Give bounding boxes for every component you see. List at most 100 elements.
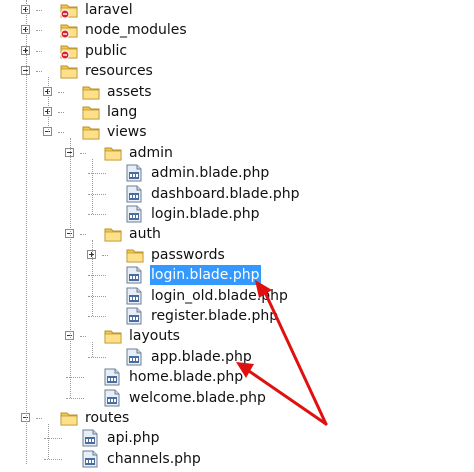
tree-file-dashboard-blade-php[interactable]: dashboard.blade.php [0,184,474,204]
tree-folder-resources[interactable]: resources [0,61,474,81]
tree-connector [88,356,106,358]
tree-item-label: passwords [151,246,225,263]
tree-connector [36,10,42,11]
php-file-icon [126,266,142,284]
tree-connector [80,234,86,236]
tree-item-label: node_modules [85,22,187,39]
folder-icon [60,410,78,426]
tree-connector [58,132,64,134]
tree-file-api-php[interactable]: api.php [0,428,474,448]
tree-item-label: views [107,124,147,141]
tree-connector [88,275,106,277]
php-file-icon [126,164,142,182]
folder-icon-with-red-badge [60,2,78,19]
tree-connector [36,50,42,52]
tree-connector [88,193,106,195]
tree-item-label: public [85,42,128,59]
tree-file-admin-blade-php[interactable]: admin.blade.php [0,163,474,183]
tree-item-label: laravel [85,2,133,18]
tree-file-login-blade-php[interactable]: login.blade.php [0,204,474,224]
folder-icon [126,247,144,263]
tree-connector [66,377,84,379]
tree-item-label: lang [107,104,138,120]
tree-guide-line [48,77,49,133]
folder-icon [82,104,100,120]
folder-icon-with-red-badge [60,22,78,39]
tree-connector [88,214,106,215]
php-file-icon [104,368,120,386]
tree-connector [36,418,42,419]
tree-connector [80,336,86,338]
tree-item-label: auth [129,226,161,243]
tree-file-register-blade-php[interactable]: register.blade.php [0,306,474,326]
tree-guide-line [70,138,71,398]
file-tree: laravel node_modules public resources as… [0,0,474,468]
tree-connector [88,173,106,175]
tree-guide-line [92,240,93,316]
tree-item-label: login_old.blade.php [151,287,288,304]
tree-folder-node-modules[interactable]: node_modules [0,20,474,40]
tree-connector [44,438,62,440]
tree-item-label: dashboard.blade.php [151,185,300,202]
tree-item-label: layouts [129,328,180,345]
tree-item-label: routes [85,410,130,426]
tree-folder-auth[interactable]: auth [0,224,474,244]
folder-icon [104,145,122,161]
tree-connector [36,30,42,32]
tree-connector [80,152,86,154]
tree-folder-routes[interactable]: routes [0,408,474,428]
tree-item-label: channels.php [107,450,201,467]
tree-folder-passwords[interactable]: passwords [0,245,474,265]
tree-folder-public[interactable]: public [0,41,474,61]
folder-icon [60,63,78,79]
tree-folder-lang[interactable]: lang [0,102,474,122]
folder-icon-with-red-badge [60,43,78,60]
tree-file-welcome-blade-php[interactable]: welcome.blade.php [0,388,474,408]
tree-connector [58,112,64,113]
php-file-icon [82,450,98,468]
tree-item-label: assets [107,83,152,100]
tree-folder-admin[interactable]: admin [0,143,474,163]
tree-file-channels-php[interactable]: channels.php [0,449,474,469]
tree-item-label: login.blade.php [151,206,260,222]
php-file-icon [82,429,98,447]
tree-file-home-blade-php[interactable]: home.blade.php [0,367,474,387]
tree-item-label: welcome.blade.php [129,389,266,406]
php-file-icon [126,348,142,366]
tree-folder-assets[interactable]: assets [0,82,474,102]
tree-file-login-old-blade-php[interactable]: login_old.blade.php [0,286,474,306]
php-file-icon [126,205,142,223]
tree-connector [66,397,84,399]
folder-icon [104,226,122,242]
tree-folder-laravel[interactable]: laravel [0,0,474,20]
tree-connector [36,71,42,73]
tree-connector [88,316,106,317]
folder-icon [82,124,100,140]
tree-connector [58,91,64,93]
tree-root-guide-line [26,0,27,464]
tree-file-app-blade-php[interactable]: app.blade.php [0,347,474,367]
tree-connector [102,254,108,256]
folder-icon [82,84,100,100]
php-file-icon [104,389,120,407]
tree-folder-layouts[interactable]: layouts [0,326,474,346]
tree-item-label: admin [129,144,173,161]
tree-folder-views[interactable]: views [0,122,474,142]
tree-guide-line [92,342,93,357]
tree-item-label: resources [85,63,153,80]
tree-connector [88,295,106,297]
tree-file-login-blade-php[interactable]: login.blade.php [0,265,474,286]
php-file-icon [126,185,142,203]
tree-guide-line [92,158,93,214]
folder-icon [104,328,122,344]
tree-item-label: app.blade.php [151,348,252,365]
php-file-icon [126,307,142,325]
tree-item-label: login.blade.php [150,265,261,286]
tree-guide-line [48,424,49,459]
tree-connector [44,458,62,460]
tree-item-label: home.blade.php [129,369,244,386]
tree-item-label: api.php [107,430,160,447]
tree-item-label: register.blade.php [151,308,279,324]
php-file-icon [126,287,142,305]
tree-item-label: admin.blade.php [151,165,270,182]
